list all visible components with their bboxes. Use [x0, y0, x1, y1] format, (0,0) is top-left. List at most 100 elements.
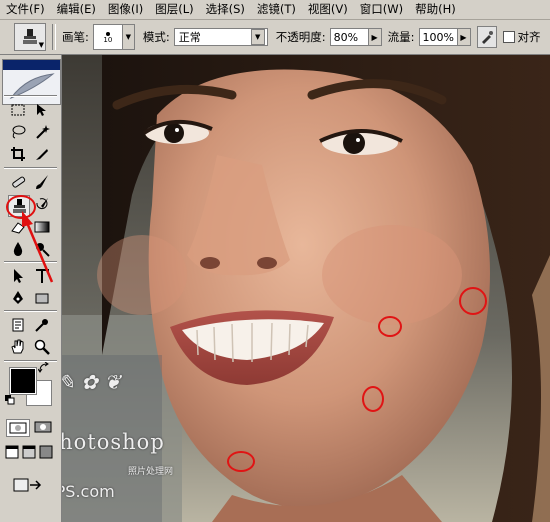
default-colors-button[interactable]: [5, 395, 15, 405]
divider: [4, 261, 57, 263]
toolbox: [0, 55, 62, 522]
brush-size-value: 10: [103, 35, 113, 44]
marquee-icon: [11, 104, 25, 116]
screen-mode-full[interactable]: [39, 445, 53, 459]
flow-slider-button[interactable]: ▶: [457, 28, 471, 46]
brush-icon: [36, 175, 48, 189]
airbrush-icon: [481, 31, 493, 44]
mode-label: 模式:: [142, 30, 170, 44]
blur-tool[interactable]: [8, 239, 28, 259]
eraser-tool[interactable]: [8, 217, 28, 237]
crop-tool[interactable]: [8, 144, 28, 164]
menu-select[interactable]: 选择(S): [200, 0, 251, 19]
zoom-icon: [34, 339, 50, 355]
history-brush-tool[interactable]: [32, 195, 52, 215]
screen-mode-icon: [22, 445, 36, 459]
hand-icon: [11, 339, 24, 354]
divider: [4, 167, 57, 169]
jump-to-imageready-button[interactable]: [10, 475, 46, 495]
pen-tool[interactable]: [8, 288, 28, 308]
feather-logo-icon: [9, 73, 55, 100]
default-colors-icon: [5, 395, 15, 405]
screen-mode-icon: [39, 445, 53, 459]
aligned-label: 对齐: [517, 30, 541, 44]
screen-mode-icon: [5, 445, 19, 459]
toolbox-header[interactable]: [2, 59, 61, 105]
eyedropper-icon: [35, 319, 48, 332]
swap-colors-button[interactable]: [38, 362, 50, 374]
crop-icon: [11, 147, 25, 161]
move-tool[interactable]: [32, 100, 52, 120]
marquee-tool[interactable]: [8, 100, 28, 120]
chevron-down-icon: ▼: [38, 41, 44, 49]
dodge-tool[interactable]: [32, 239, 52, 259]
blemish-marker: [378, 316, 402, 337]
menu-bar: 文件(F) 编辑(E) 图像(I) 图层(L) 选择(S) 滤镜(T) 视图(V…: [0, 0, 550, 20]
tool-preset-picker[interactable]: ▼: [14, 23, 46, 51]
divider: [4, 95, 57, 97]
chevron-down-icon: ▼: [250, 29, 265, 45]
mode-value: 正常: [178, 31, 201, 44]
menu-file[interactable]: 文件(F): [0, 0, 51, 19]
menu-image[interactable]: 图像(I): [102, 0, 149, 19]
screen-mode-fullmenu[interactable]: [22, 445, 36, 459]
clone-stamp-tool[interactable]: [8, 195, 30, 217]
note-icon: [12, 318, 24, 332]
blemish-marker: [227, 451, 255, 472]
divider: [4, 310, 57, 312]
hand-tool[interactable]: [8, 337, 28, 357]
bandage-icon: [12, 176, 26, 188]
eraser-icon: [11, 222, 25, 234]
history-brush-icon: [36, 198, 48, 210]
clone-stamp-icon: [23, 29, 37, 44]
brush-label: 画笔:: [62, 30, 89, 44]
magic-wand-tool[interactable]: [32, 122, 52, 142]
blur-drop-icon: [13, 242, 23, 256]
menu-edit[interactable]: 编辑(E): [51, 0, 102, 19]
opacity-input[interactable]: 80%: [329, 28, 369, 46]
airbrush-toggle[interactable]: [476, 26, 497, 48]
menu-window[interactable]: 窗口(W): [354, 0, 409, 19]
path-select-icon: [14, 269, 23, 283]
watermark-calligraphy: ✎ ✿ ❦: [62, 370, 121, 394]
healing-brush-tool[interactable]: [8, 172, 28, 192]
quick-mask-icon: [34, 421, 52, 433]
mode-select[interactable]: 正常 ▼: [173, 28, 268, 46]
document-canvas[interactable]: ✎ ✿ ❦ Photoshop 照片处理网 PhotoPS.com: [62, 55, 550, 522]
divider: [52, 24, 56, 50]
menu-view[interactable]: 视图(V): [302, 0, 354, 19]
standard-mode-button[interactable]: [6, 419, 30, 437]
opacity-slider-button[interactable]: ▶: [368, 28, 382, 46]
pen-icon: [13, 291, 23, 304]
path-selection-tool[interactable]: [8, 266, 28, 286]
flow-input[interactable]: 100%: [418, 28, 458, 46]
gradient-tool[interactable]: [32, 217, 52, 237]
swap-arrow-icon: [38, 362, 49, 373]
blemish-marker: [459, 287, 487, 315]
shape-tool[interactable]: [32, 288, 52, 308]
foreground-color-swatch[interactable]: [9, 367, 37, 395]
eyedropper-tool[interactable]: [32, 315, 52, 335]
type-tool[interactable]: [32, 266, 52, 286]
brush-dropdown-button[interactable]: ▼: [122, 24, 135, 50]
brush-tool[interactable]: [32, 172, 52, 192]
type-icon: [36, 269, 49, 283]
slice-tool[interactable]: [32, 144, 52, 164]
menu-help[interactable]: 帮助(H): [409, 0, 462, 19]
quick-mask-button[interactable]: [32, 419, 54, 435]
zoom-tool[interactable]: [32, 337, 52, 357]
flow-label: 流量:: [387, 30, 415, 44]
standard-mode-icon: [9, 422, 27, 434]
magic-wand-icon: [36, 125, 50, 139]
rectangle-icon: [35, 293, 49, 304]
options-bar: ▼ 画笔: 10 ▼ 模式: 正常 ▼ 不透明度: 80% ▶ 流量: 100%…: [0, 20, 550, 55]
brush-preview[interactable]: 10: [92, 24, 123, 50]
aligned-checkbox[interactable]: [502, 31, 515, 43]
slice-icon: [36, 149, 48, 160]
notes-tool[interactable]: [8, 315, 28, 335]
menu-layer[interactable]: 图层(L): [149, 0, 199, 19]
clone-stamp-icon: [13, 199, 26, 213]
screen-mode-standard[interactable]: [5, 445, 19, 459]
menu-filter[interactable]: 滤镜(T): [251, 0, 302, 19]
lasso-tool[interactable]: [8, 122, 28, 142]
